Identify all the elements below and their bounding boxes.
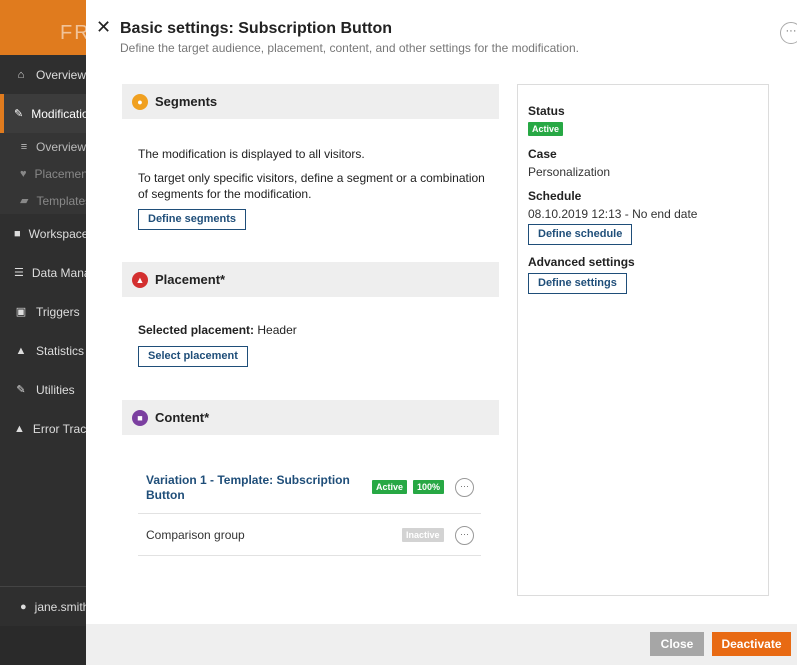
define-schedule-button[interactable]: Define schedule [528,224,633,245]
variation-title[interactable]: Variation 1 - Template: Subscription But… [146,473,356,503]
sidebar-item-label: Templates [36,193,86,208]
sidebar-item-label: Overview [35,139,86,154]
wrench-icon: ✎ [16,384,26,396]
trigger-icon: ▣ [15,306,27,318]
sidebar-item-label: Placements [34,166,86,181]
selected-placement-label: Selected placement: [138,323,255,337]
placement-header: ▲ Placement* [122,262,499,297]
sidebar-item-label: Modifications [31,106,86,121]
placement-heading: Placement* [155,272,226,287]
sidebar-item-statistics[interactable]: ▲ Statistics [0,331,86,370]
segments-info: The modification is displayed to all vis… [138,147,365,161]
template-icon: ▰ [20,195,29,207]
status-label: Status [528,104,565,118]
schedule-label: Schedule [528,189,582,203]
sidebar-item-label: Workspaces [28,226,86,241]
selected-placement: Selected placement: Header [138,322,297,338]
case-label: Case [528,147,557,161]
sidebar-item-label: Overview [35,67,86,82]
user-icon: ● [20,600,27,613]
variation-more-icon[interactable]: ··· [455,478,474,497]
selected-placement-value: Header [257,323,297,337]
case-value: Personalization [528,165,611,179]
edit-icon: ✎ [14,108,24,120]
modal-footer: Close Deactivate [86,624,797,665]
sidebar-item-label: Statistics [36,343,85,358]
modal-title: Basic settings: Subscription Button [120,20,393,37]
deactivate-button[interactable]: Deactivate [712,632,791,656]
sidebar-item-overview[interactable]: ⌂ Overview [0,55,86,94]
chart-icon: ▲ [15,344,27,357]
sidebar: FR ⌂ Overview ✎ Modifications ≡ Overview… [0,0,86,665]
more-options-icon[interactable]: ··· [780,22,797,44]
comparison-group-row[interactable]: Comparison group Inactive ··· [138,514,481,556]
modal-subtitle: Define the target audience, placement, c… [120,41,579,55]
status-badge: Active [372,480,408,494]
sidebar-footer [0,626,86,665]
lock-icon: ■ [14,227,21,240]
sidebar-item-error-tracking[interactable]: ▲ Error Tracking [0,409,86,448]
warning-icon: ▲ [14,422,25,435]
user-name: jane.smith [34,599,86,614]
content-icon: ■ [132,409,148,426]
sidebar-item-label: Error Tracking [32,421,86,436]
segments-heading: Segments [155,94,218,109]
sidebar-item-label: Utilities [36,382,75,397]
sidebar-subitem-overview[interactable]: ≡ Overview [0,133,86,160]
define-segments-button[interactable]: Define segments [138,209,247,230]
sidebar-subitem-placements[interactable]: ♥ Placements [0,160,86,187]
sidebar-item-label: Triggers [36,304,80,319]
define-settings-button[interactable]: Define settings [528,273,627,294]
content-header: ■ Content* [122,400,499,435]
app-logo: FR [0,0,86,55]
select-placement-button[interactable]: Select placement [138,346,248,367]
status-badge: Active [528,122,564,136]
segments-header: ● Segments [122,84,499,119]
pin-icon: ♥ [20,167,27,180]
list-icon: ≡ [20,140,28,153]
sidebar-item-utilities[interactable]: ✎ Utilities [0,370,86,409]
close-button[interactable]: Close [650,632,704,656]
home-icon: ⌂ [17,68,25,81]
comparison-group-title: Comparison group [146,528,245,542]
advanced-settings-label: Advanced settings [528,255,635,269]
content-heading: Content* [155,410,210,425]
sidebar-item-data-management[interactable]: ☰ Data Management [0,253,86,292]
variation-row[interactable]: Variation 1 - Template: Subscription But… [138,463,481,514]
close-icon[interactable]: ✕ [96,18,111,36]
sidebar-item-triggers[interactable]: ▣ Triggers [0,292,86,331]
sidebar-user[interactable]: ● jane.smith [0,586,86,626]
sidebar-item-label: Data Management [31,265,86,280]
sidebar-item-workspaces[interactable]: ■ Workspaces [0,214,86,253]
placement-icon: ▲ [132,271,148,288]
comparison-more-icon[interactable]: ··· [455,526,474,545]
schedule-value: 08.10.2019 12:13 - No end date [528,207,698,221]
sidebar-subitem-templates[interactable]: ▰ Templates [0,187,86,214]
settings-modal: ✕ Basic settings: Subscription Button De… [86,0,797,665]
share-badge: 100% [413,480,445,494]
segments-icon: ● [132,93,148,110]
segments-hint: To target only specific visitors, define… [138,171,485,201]
sidebar-item-modifications[interactable]: ✎ Modifications [0,94,86,133]
settings-panel: Status Active Case Personalization Sched… [517,84,769,596]
status-badge: Inactive [402,528,444,542]
database-icon: ☰ [14,267,24,279]
